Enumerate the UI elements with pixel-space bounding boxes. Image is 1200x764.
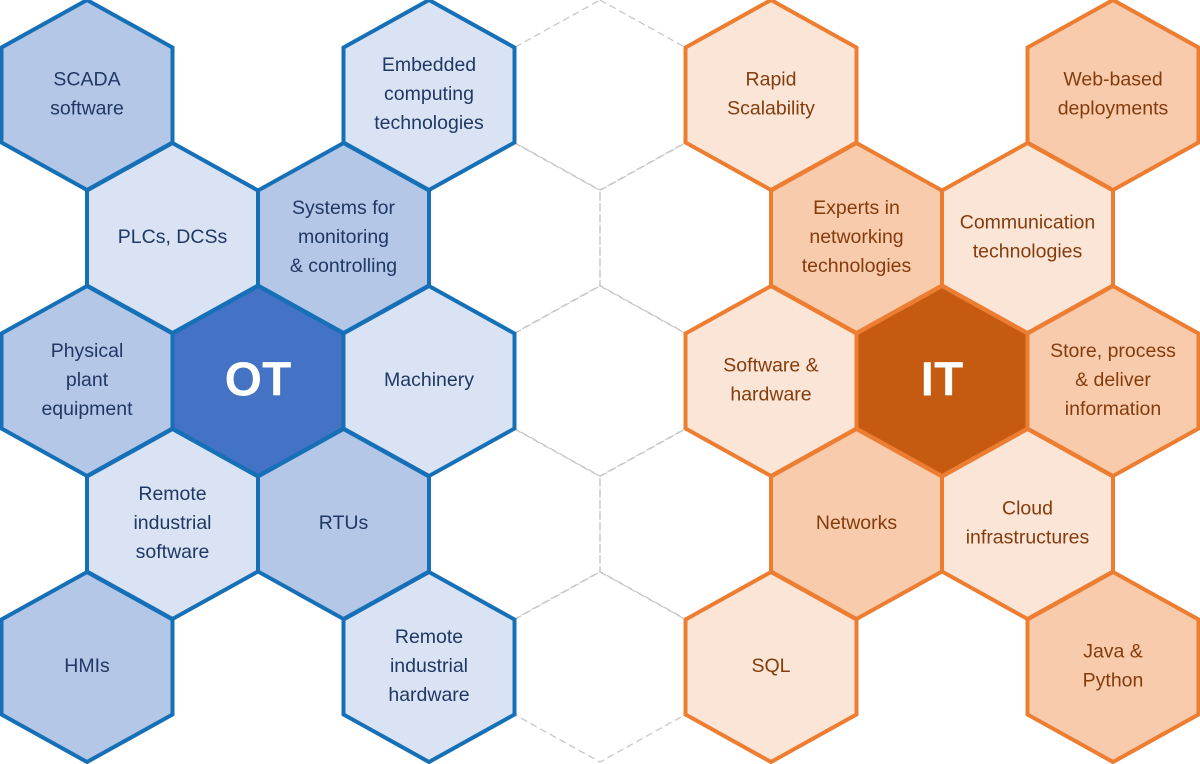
hexagon-label-line: technologies <box>374 112 484 134</box>
hexagon-label-line: deployments <box>1058 98 1169 120</box>
hexagon-label-line: computing <box>384 83 474 105</box>
hexagon-label-line: networking <box>809 226 903 248</box>
hexagon-label-line: Web-based <box>1063 69 1162 91</box>
hexagon-label-line: information <box>1065 398 1161 420</box>
hexagon-label-line: technologies <box>802 255 912 277</box>
hexagon-label-line: RTUs <box>319 512 369 534</box>
hexagon-label-line: hardware <box>388 684 469 706</box>
ot-cluster: SCADA software Embedded computing technologi… <box>0 0 517 764</box>
hexagon-label-line: Cloud <box>1002 498 1053 520</box>
ot-center-label: OT <box>225 354 292 407</box>
hexagon-label-line: industrial <box>133 512 211 534</box>
hexagon-label-line: Physical <box>51 340 124 362</box>
hexagon-label-line: Remote <box>395 626 463 648</box>
hexagon-label-line: monitoring <box>298 226 389 248</box>
hexagon-label-line: Python <box>1083 670 1144 692</box>
dashed-connector-hexagon <box>513 285 687 477</box>
hexagon-label-line: industrial <box>390 655 468 677</box>
it-cluster: Rapid Scalability Web-based deployments Expe… <box>683 0 1200 764</box>
hexagon-label-line: hardware <box>730 384 811 406</box>
hexagon-label-line: PLCs, DCSs <box>118 226 228 248</box>
hexagon-label-line: Store, process <box>1050 340 1176 362</box>
hexagon-label-line: Machinery <box>384 369 474 391</box>
hexagon-label-line: infrastructures <box>966 527 1090 549</box>
dashed-connector-hexagon <box>513 571 687 763</box>
hexagon-label-line: Scalability <box>727 98 815 120</box>
hexagon-label-line: Systems for <box>292 197 395 219</box>
hexagon-label-line: software <box>50 98 124 120</box>
hexagon-label-line: Remote <box>138 483 206 505</box>
dashed-connector-hexagon <box>513 0 687 191</box>
ot-it-hexagon-diagram: SCADA software Embedded computing technologi… <box>0 0 1200 764</box>
hexagon-label-line: Experts in <box>813 197 900 219</box>
hexagon-label-line: & controlling <box>290 255 397 277</box>
hexagon-grid: SCADA software Embedded computing technologi… <box>0 0 1200 764</box>
hexagon-label-line: Networks <box>816 512 898 534</box>
hexagon-label-line: SCADA <box>53 69 120 91</box>
hexagon-label-line: & deliver <box>1075 369 1151 391</box>
hexagon-label-line: Software & <box>723 355 818 377</box>
hexagon-label-line: equipment <box>41 398 133 420</box>
hexagon-label-line: SQL <box>751 655 790 677</box>
hexagon-label-line: Communication <box>960 212 1095 234</box>
hexagon-label-line: Java & <box>1083 641 1143 663</box>
hexagon-label-line: software <box>136 541 210 563</box>
hexagon-label-line: technologies <box>973 241 1083 263</box>
hexagon-label-line: Embedded <box>382 54 476 76</box>
hexagon-label-line: Rapid <box>746 69 797 91</box>
hexagon-label-line: plant <box>66 369 109 391</box>
it-center-label: IT <box>921 354 964 407</box>
hexagon-label-line: HMIs <box>64 655 110 677</box>
